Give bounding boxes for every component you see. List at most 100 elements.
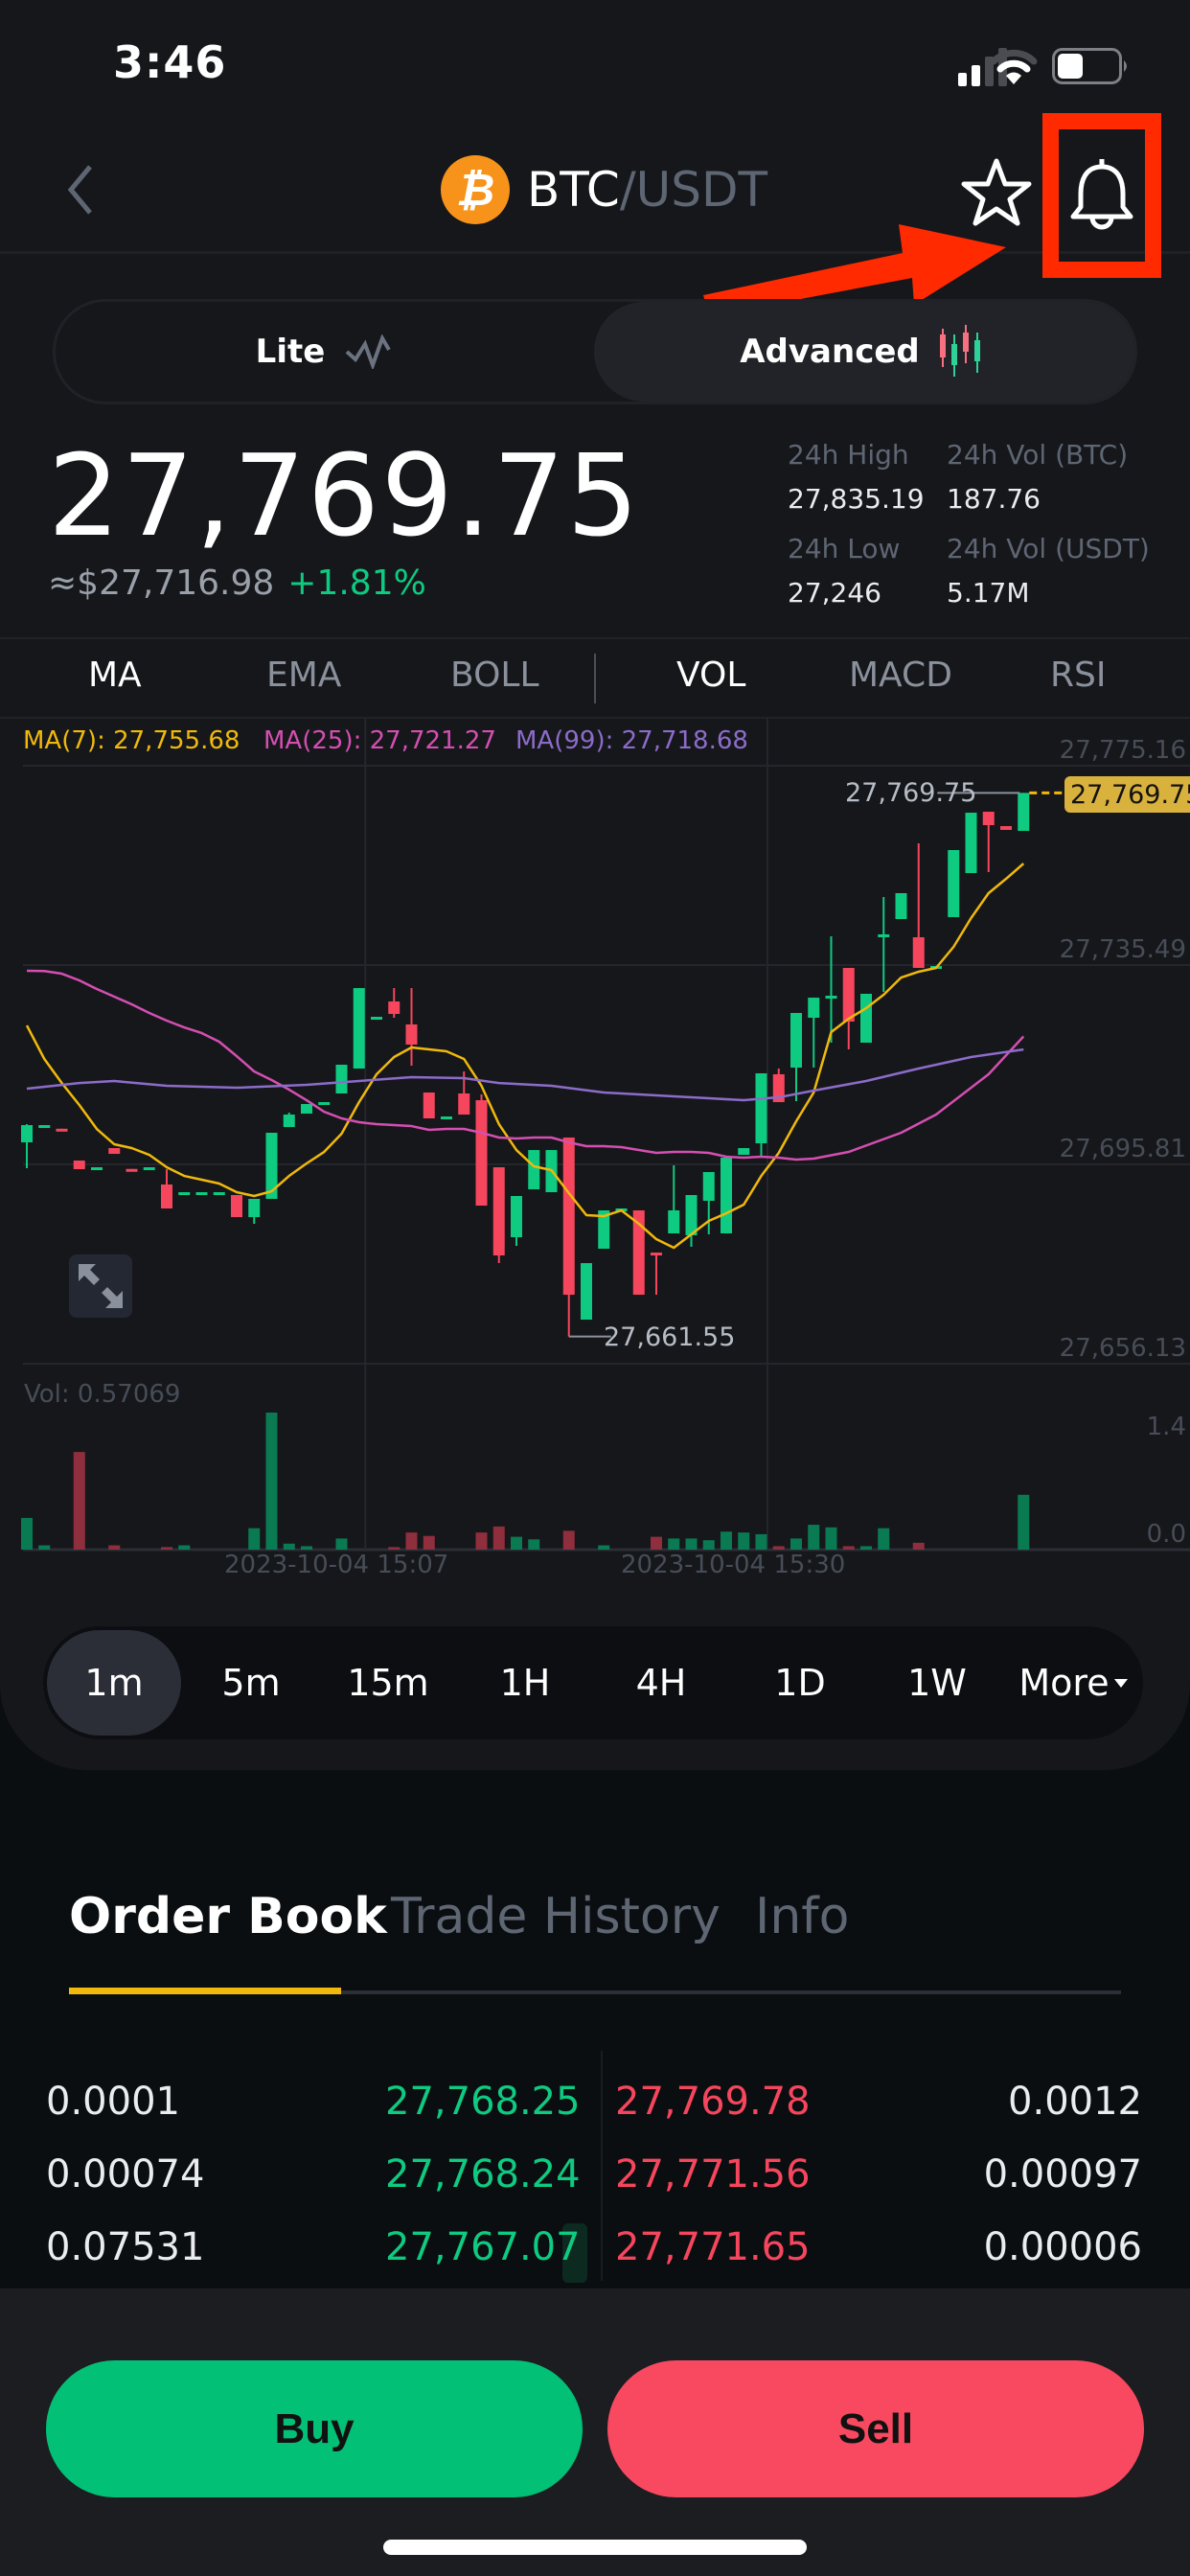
candle-up: [1018, 793, 1030, 831]
expand-icon: [79, 1264, 123, 1308]
ma-lines: [25, 862, 1025, 1250]
timeframe-more-dropdown[interactable]: More: [1010, 1626, 1138, 1739]
volume-bar-up: [825, 1527, 837, 1550]
volume-bar-up: [528, 1539, 540, 1550]
candle-up: [965, 813, 977, 874]
volume-bar-up: [790, 1538, 802, 1550]
bid-quantity: 0.00074: [46, 2152, 205, 2196]
bid-price: 27,767.07: [385, 2225, 581, 2269]
volume-bar-down: [108, 1545, 121, 1550]
candle-down: [108, 1147, 121, 1155]
y-axis-label: 27,735.49: [1059, 935, 1186, 964]
candle-down: [475, 1100, 488, 1207]
candle-down: [388, 1001, 400, 1015]
candle-down: [423, 1092, 435, 1119]
candle-up: [91, 1167, 103, 1171]
volume-axis-label: 0.0: [1146, 1520, 1186, 1549]
high-marker-label: 27,769.75: [845, 778, 977, 808]
candle-up: [213, 1192, 225, 1196]
candle-up: [860, 994, 872, 1044]
timeframe-1w[interactable]: 1W: [880, 1626, 995, 1739]
x-axis-label: 2023-10-04 15:07: [224, 1551, 449, 1579]
candle-down: [458, 1093, 470, 1116]
candle-up: [685, 1195, 698, 1236]
volume-bar-up: [283, 1543, 295, 1550]
candle-down: [492, 1167, 505, 1256]
candle-down: [982, 812, 995, 826]
buy-button[interactable]: Buy: [46, 2360, 583, 2497]
chart-grid: [23, 719, 1190, 1552]
candle-up: [702, 1172, 715, 1201]
volume-bar-up: [1018, 1494, 1030, 1550]
volume-bar-up: [755, 1533, 767, 1550]
volume-bar-up: [721, 1531, 732, 1550]
volume-bar-up: [248, 1528, 261, 1550]
candle-up: [528, 1150, 540, 1190]
volume-bar-down: [73, 1452, 85, 1550]
volume-bar-up: [335, 1538, 348, 1550]
volume-bar-up: [38, 1545, 51, 1550]
candle-up: [581, 1263, 592, 1321]
volume-bar-up: [878, 1528, 890, 1550]
sell-button[interactable]: Sell: [607, 2360, 1144, 2497]
volume-bar-up: [738, 1532, 750, 1550]
volume-bar-up: [178, 1545, 191, 1550]
y-axis-label: 27,695.81: [1059, 1135, 1186, 1163]
tab-info[interactable]: Info: [755, 1888, 849, 1945]
candle-up: [371, 1017, 382, 1021]
bid-quantity: 0.0001: [46, 2080, 180, 2124]
low-marker-label: 27,661.55: [604, 1322, 736, 1352]
volume-bar-down: [842, 1546, 855, 1550]
tab-trade-history[interactable]: Trade History: [391, 1888, 721, 1945]
ma25-line: [26, 969, 1025, 1162]
candle-down: [231, 1195, 242, 1218]
volume-bar-down: [492, 1526, 505, 1550]
candlestick-chart[interactable]: [0, 0, 1190, 1591]
timeframe-4h[interactable]: 4H: [604, 1626, 719, 1739]
volume-bar-up: [21, 1517, 33, 1550]
timeframe-5m[interactable]: 5m: [192, 1626, 310, 1739]
tab-order-book[interactable]: Order Book: [69, 1888, 387, 1945]
ask-price: 27,771.65: [615, 2225, 811, 2269]
candle-up: [878, 933, 890, 937]
caret-down-icon: [1113, 1679, 1128, 1688]
candle-up: [38, 1125, 51, 1129]
timeframe-1m[interactable]: 1m: [47, 1626, 181, 1739]
y-axis-label: 27,775.16: [1059, 736, 1186, 765]
candle-down: [651, 1253, 662, 1256]
candle-down: [912, 937, 925, 969]
order-book-divider: [601, 2051, 603, 2281]
timeframe-15m[interactable]: 15m: [326, 1626, 450, 1739]
ask-quantity: 0.00006: [983, 2225, 1142, 2269]
ask-quantity: 0.0012: [1008, 2080, 1142, 2124]
order-book-row[interactable]: 0.0001 27,768.25 27,769.78 0.0012: [0, 2074, 1190, 2141]
candle-up: [248, 1198, 261, 1218]
volume-bar-up: [668, 1538, 680, 1550]
y-axis-label: 27,656.13: [1059, 1334, 1186, 1363]
candle-up: [808, 998, 820, 1019]
candle-up: [895, 892, 907, 919]
volume-bar-down: [562, 1530, 575, 1550]
volume-bar-up: [685, 1538, 698, 1550]
volume-bar-down: [651, 1536, 662, 1550]
order-book-row[interactable]: 0.07531 27,767.07 27,771.65 0.00006: [0, 2220, 1190, 2287]
candle-up: [721, 1158, 732, 1234]
volume-bar-down: [772, 1546, 785, 1550]
timeframe-1d[interactable]: 1D: [743, 1626, 858, 1739]
volume-bar-down: [475, 1532, 488, 1550]
timeframe-1h[interactable]: 1H: [468, 1626, 583, 1739]
order-book-row[interactable]: 0.00074 27,768.24 27,771.56 0.00097: [0, 2147, 1190, 2214]
tab-active-indicator: [69, 1988, 341, 1994]
candle-down: [1000, 826, 1012, 830]
candle-down: [126, 1168, 138, 1172]
volume-bar-up: [265, 1413, 278, 1550]
volume-bar-down: [405, 1532, 418, 1550]
candle-down: [842, 968, 855, 1022]
fullscreen-button[interactable]: [69, 1254, 132, 1318]
volume-bar-up: [702, 1540, 715, 1550]
ask-price: 27,769.78: [615, 2080, 811, 2124]
ma7-line: [25, 862, 1025, 1250]
candle-up: [195, 1192, 208, 1196]
candle-up: [825, 995, 837, 999]
home-indicator[interactable]: [383, 2540, 807, 2555]
